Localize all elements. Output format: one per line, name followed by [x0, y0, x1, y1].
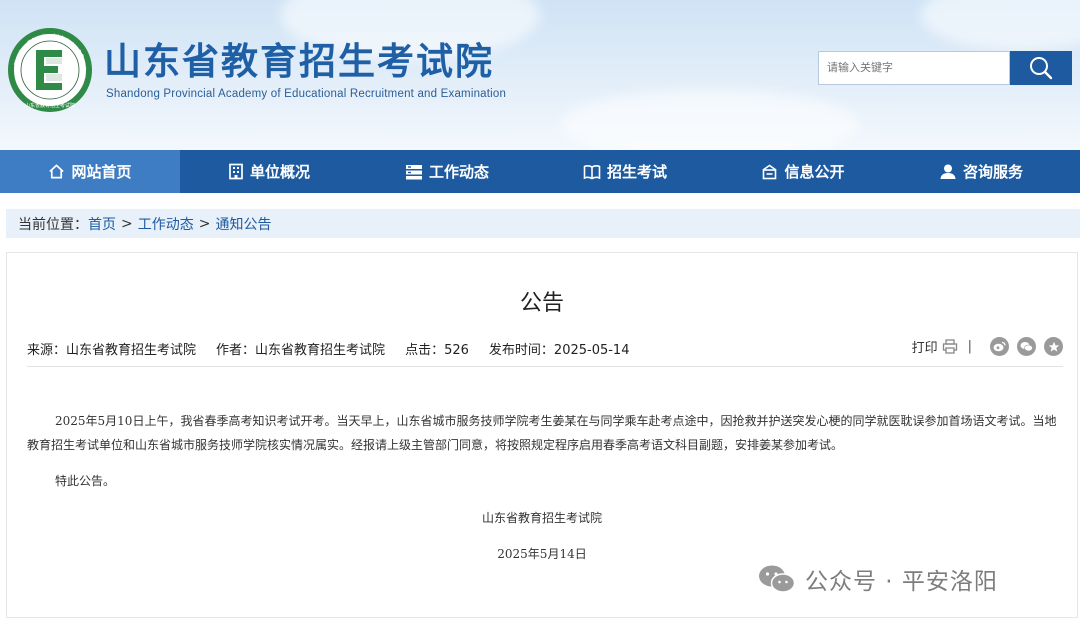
site-title: 山东省教育招生考试院	[104, 40, 494, 83]
breadcrumb: 当前位置： 首页 > 工作动态 > 通知公告	[6, 209, 1080, 238]
book-icon	[583, 164, 601, 179]
wechat-icon	[1020, 342, 1033, 352]
article-tools: 打印 |	[912, 337, 1063, 356]
user-icon	[940, 164, 956, 179]
wechat-watermark-icon	[759, 565, 796, 593]
header-cloud	[560, 90, 860, 150]
nav-item-label: 工作动态	[428, 163, 489, 181]
article-paragraph: 2025年5月10日上午，我省春季高考知识考试开考。当天早上，山东省城市服务技师…	[27, 414, 1057, 452]
nav-item-home[interactable]: 网站首页	[0, 150, 180, 193]
main-nav: 网站首页 单位概况 工作动态 招生考试 信息公开 咨询服务	[0, 150, 1080, 193]
meta-source: 来源：山东省教育招生考试院	[27, 339, 196, 358]
meta-author: 作者：山东省教育招生考试院	[216, 339, 385, 358]
meta-clicks-label: 点击：	[405, 343, 445, 358]
tools-divider: |	[967, 339, 972, 354]
meta-author-value: 山东省教育招生考试院	[255, 343, 386, 358]
article-signature: 山东省教育招生考试院	[481, 511, 602, 525]
nav-item-label: 信息公开	[784, 163, 845, 181]
watermark: 公众号 · 平安洛阳	[757, 562, 998, 596]
logo-bottom-text: 山东省教育招生考试院	[25, 102, 75, 109]
meta-divider	[27, 366, 1063, 367]
meta-date-label: 发布时间：	[488, 343, 554, 358]
article-signature-date: 2025年5月14日	[497, 547, 587, 561]
print-button[interactable]: 打印	[912, 337, 958, 356]
meta-clicks: 点击：526	[405, 339, 469, 358]
building-icon	[229, 163, 243, 180]
article-title: 公告	[519, 291, 564, 316]
print-label: 打印	[911, 341, 938, 356]
nav-item-label: 咨询服务	[962, 163, 1023, 181]
nav-item-label: 网站首页	[71, 163, 132, 181]
site-header: Shandong Educational Admission & Examina…	[0, 0, 1080, 150]
meta-date-value: 2025-05-14	[553, 343, 630, 358]
door-icon	[763, 164, 777, 179]
server-icon	[405, 164, 422, 179]
site-logo[interactable]: Shandong Educational Admission & Examina…	[8, 28, 92, 112]
weibo-icon	[993, 341, 1006, 352]
nav-item-about[interactable]: 单位概况	[180, 150, 358, 193]
nav-item-consult[interactable]: 咨询服务	[892, 150, 1070, 193]
share-weibo-button[interactable]	[990, 337, 1009, 356]
breadcrumb-home-link[interactable]: 首页	[88, 214, 116, 234]
search-input[interactable]	[818, 51, 1010, 85]
share-wechat-button[interactable]	[1017, 337, 1036, 356]
meta-date: 发布时间：2025-05-14	[489, 339, 630, 358]
share-qzone-button[interactable]	[1044, 337, 1063, 356]
meta-source-label: 来源：	[27, 343, 67, 358]
meta-clicks-value: 526	[444, 343, 469, 358]
nav-item-exams[interactable]: 招生考试	[536, 150, 714, 193]
breadcrumb-prefix: 当前位置：	[18, 216, 88, 233]
qzone-icon	[1048, 341, 1059, 352]
nav-item-disclosure[interactable]: 信息公开	[714, 150, 892, 193]
breadcrumb-notice-link[interactable]: 通知公告	[215, 214, 271, 234]
watermark-text: 公众号 · 平安洛阳	[805, 569, 998, 595]
breadcrumb-separator: >	[121, 215, 133, 232]
breadcrumb-separator: >	[198, 215, 211, 232]
article-paragraph: 特此公告。	[55, 474, 116, 488]
nav-item-label: 单位概况	[249, 163, 310, 181]
printer-icon	[942, 339, 957, 354]
header-cloud	[920, 0, 1080, 50]
breadcrumb-news-link[interactable]: 工作动态	[138, 214, 194, 234]
nav-item-label: 招生考试	[606, 163, 667, 181]
search-button[interactable]	[1010, 51, 1072, 85]
home-icon	[49, 164, 65, 179]
site-subtitle: Shandong Provincial Academy of Education…	[106, 88, 507, 100]
article-meta: 来源：山东省教育招生考试院 作者：山东省教育招生考试院 点击：526 发布时间：…	[27, 339, 649, 358]
nav-item-news[interactable]: 工作动态	[358, 150, 536, 193]
meta-author-label: 作者：	[216, 343, 256, 358]
search-icon	[1030, 57, 1053, 80]
meta-source-value: 山东省教育招生考试院	[66, 343, 197, 358]
